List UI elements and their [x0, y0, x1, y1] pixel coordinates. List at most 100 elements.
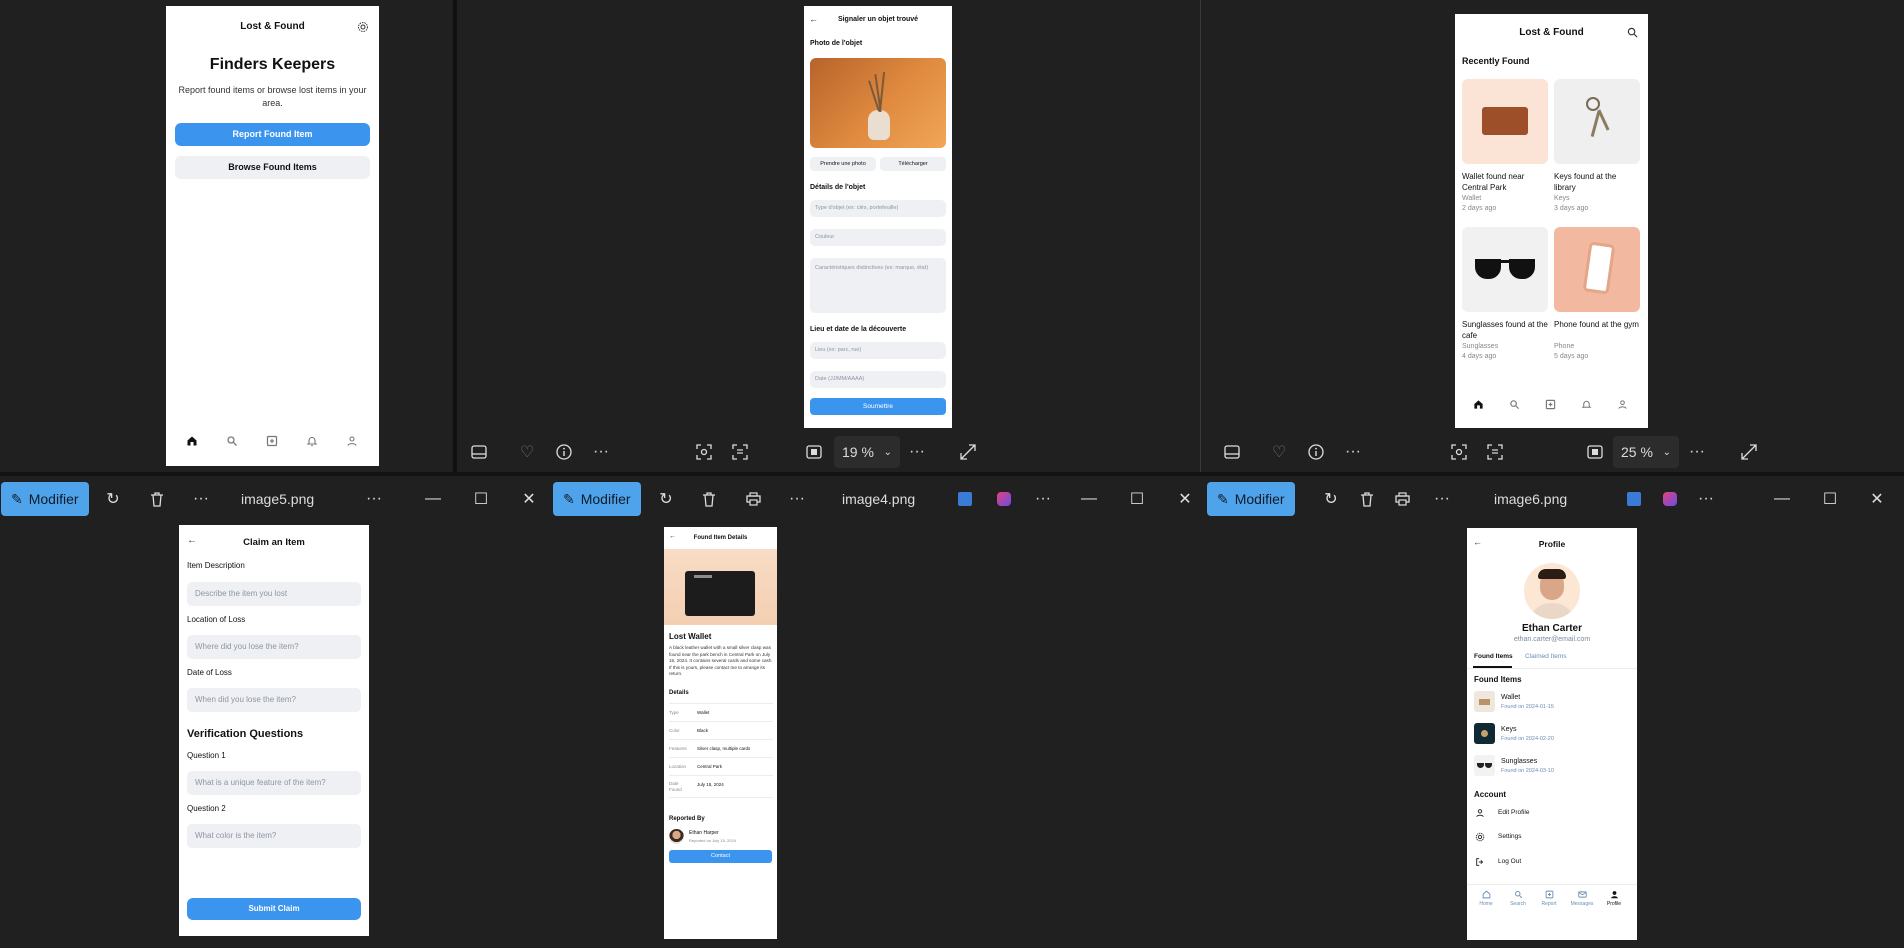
zoom-level-select[interactable]: 25 % ⌄	[1613, 436, 1679, 468]
gear-icon	[1475, 832, 1485, 842]
close-icon[interactable]: ✕	[1852, 477, 1902, 521]
scan-icon[interactable]	[1451, 430, 1467, 472]
more-icon[interactable]: ···	[176, 477, 226, 521]
more-icon[interactable]: ···	[1018, 477, 1068, 521]
search-icon[interactable]	[1627, 27, 1638, 38]
info-icon[interactable]	[1308, 430, 1324, 472]
report-found-button[interactable]: Report Found Item	[175, 123, 370, 146]
expand-icon[interactable]	[1741, 430, 1757, 472]
q1-input[interactable]: What is a unique feature of the item?	[187, 771, 361, 795]
minimize-icon[interactable]: —	[1757, 477, 1807, 521]
nav-search[interactable]: Search	[1507, 890, 1529, 907]
take-photo-button[interactable]: Prendre une photo	[810, 157, 876, 171]
more-icon[interactable]: ···	[349, 477, 399, 521]
actual-size-icon[interactable]	[806, 430, 822, 472]
nav-home[interactable]: Home	[1475, 890, 1497, 907]
item-category: Phone	[1554, 343, 1575, 350]
browse-found-button[interactable]: Browse Found Items	[175, 156, 370, 179]
maximize-icon[interactable]: ☐	[456, 477, 506, 521]
edit-profile-link[interactable]: Edit Profile	[1498, 809, 1529, 816]
contact-button[interactable]: Contact	[669, 850, 772, 863]
scan-icon[interactable]	[696, 430, 712, 472]
nav-messages[interactable]: Messages	[1568, 890, 1596, 907]
settings-link[interactable]: Settings	[1498, 833, 1522, 840]
home-icon[interactable]	[186, 435, 198, 447]
maximize-icon[interactable]: ☐	[1805, 477, 1855, 521]
q2-input[interactable]: What color is the item?	[187, 824, 361, 848]
modifier-button[interactable]: ✎ Modifier	[1, 482, 89, 516]
date-input[interactable]: Date (JJ/MM/AAAA)	[810, 371, 946, 388]
more-icon[interactable]: ···	[772, 477, 822, 521]
loc-input[interactable]: Where did you lose the item?	[187, 635, 361, 659]
bell-icon[interactable]	[306, 435, 318, 447]
type-input[interactable]: Type d'objet (ex: clés, portefeuille)	[810, 200, 946, 217]
logout-link[interactable]: Log Out	[1498, 858, 1521, 865]
item-title[interactable]: Sunglasses found at the cafe	[1462, 319, 1548, 341]
tab-divider	[1467, 668, 1637, 669]
actual-size-icon[interactable]	[1587, 430, 1603, 472]
gear-icon[interactable]	[357, 21, 369, 33]
nav-label: Profile	[1606, 901, 1622, 907]
more-icon[interactable]: ···	[1681, 477, 1731, 521]
phone-item-details: ← Found Item Details Lost Wallet A black…	[664, 527, 777, 939]
item-title[interactable]: Wallet found near Central Park	[1462, 171, 1548, 193]
wallet-thumbnail[interactable]	[1462, 79, 1548, 164]
item-name[interactable]: Keys	[1501, 726, 1517, 733]
add-icon[interactable]	[266, 435, 278, 447]
header-title: Profile	[1538, 539, 1566, 549]
more-icon[interactable]: ···	[1417, 477, 1467, 521]
tab-claimed-items[interactable]: Claimed Items	[1525, 653, 1567, 660]
filmstrip-icon[interactable]	[471, 430, 487, 472]
detail-value: Black	[697, 728, 709, 733]
submit-button[interactable]: Soumettre	[810, 398, 946, 415]
location-input[interactable]: Lieu (ex: parc, rue)	[810, 342, 946, 359]
item-name[interactable]: Sunglasses	[1501, 758, 1537, 765]
sunglasses-thumbnail[interactable]	[1462, 227, 1548, 312]
item-title[interactable]: Phone found at the gym	[1554, 319, 1640, 330]
tab-found-items[interactable]: Found Items	[1474, 653, 1513, 660]
item-date: Found on 2024-01-15	[1501, 704, 1554, 710]
nav-profile[interactable]: Profile	[1603, 890, 1625, 907]
heart-icon[interactable]: ♡	[520, 430, 534, 472]
text-scan-icon[interactable]	[732, 430, 748, 472]
keys-thumbnail[interactable]	[1554, 79, 1640, 164]
item-name[interactable]: Wallet	[1501, 694, 1520, 701]
date-input[interactable]: When did you lose the item?	[187, 688, 361, 712]
rotate-icon[interactable]: ↻	[88, 477, 138, 521]
modifier-button[interactable]: ✎ Modifier	[1207, 482, 1295, 516]
maximize-icon[interactable]: ☐	[1112, 477, 1162, 521]
heart-icon[interactable]: ♡	[1272, 430, 1286, 472]
minimize-icon[interactable]: —	[408, 477, 458, 521]
close-icon[interactable]: ✕	[504, 477, 553, 521]
text-scan-icon[interactable]	[1487, 430, 1503, 472]
expand-icon[interactable]	[960, 430, 976, 472]
filmstrip-icon[interactable]	[1224, 430, 1240, 472]
bell-icon[interactable]	[1581, 399, 1593, 411]
more-icon[interactable]: ···	[1345, 430, 1361, 472]
more-icon[interactable]: ···	[1689, 430, 1705, 472]
delete-icon[interactable]	[684, 477, 734, 521]
item-title[interactable]: Keys found at the library	[1554, 171, 1640, 193]
search-icon[interactable]	[226, 435, 238, 447]
minimize-icon[interactable]: —	[1064, 477, 1114, 521]
home-icon[interactable]	[1473, 399, 1485, 411]
close-icon[interactable]: ✕	[1160, 477, 1207, 521]
more-icon[interactable]: ···	[909, 430, 925, 472]
delete-icon[interactable]	[132, 477, 182, 521]
more-icon[interactable]: ···	[593, 430, 609, 472]
user-icon[interactable]	[346, 435, 358, 447]
info-icon[interactable]	[556, 430, 572, 472]
upload-button[interactable]: Télécharger	[880, 157, 946, 171]
print-icon[interactable]	[728, 477, 778, 521]
nav-report[interactable]: Report	[1538, 890, 1560, 907]
search-icon[interactable]	[1509, 399, 1521, 411]
submit-claim-button[interactable]: Submit Claim	[187, 898, 361, 920]
modifier-button[interactable]: ✎ Modifier	[553, 482, 641, 516]
color-input[interactable]: Couleur	[810, 229, 946, 246]
zoom-level-select[interactable]: 19 % ⌄	[834, 436, 900, 468]
features-textarea[interactable]: Caractéristiques distinctives (ex: marqu…	[810, 258, 946, 313]
user-icon[interactable]	[1617, 399, 1629, 411]
add-icon[interactable]	[1545, 399, 1557, 411]
phone-thumbnail[interactable]	[1554, 227, 1640, 312]
desc-input[interactable]: Describe the item you lost	[187, 582, 361, 606]
